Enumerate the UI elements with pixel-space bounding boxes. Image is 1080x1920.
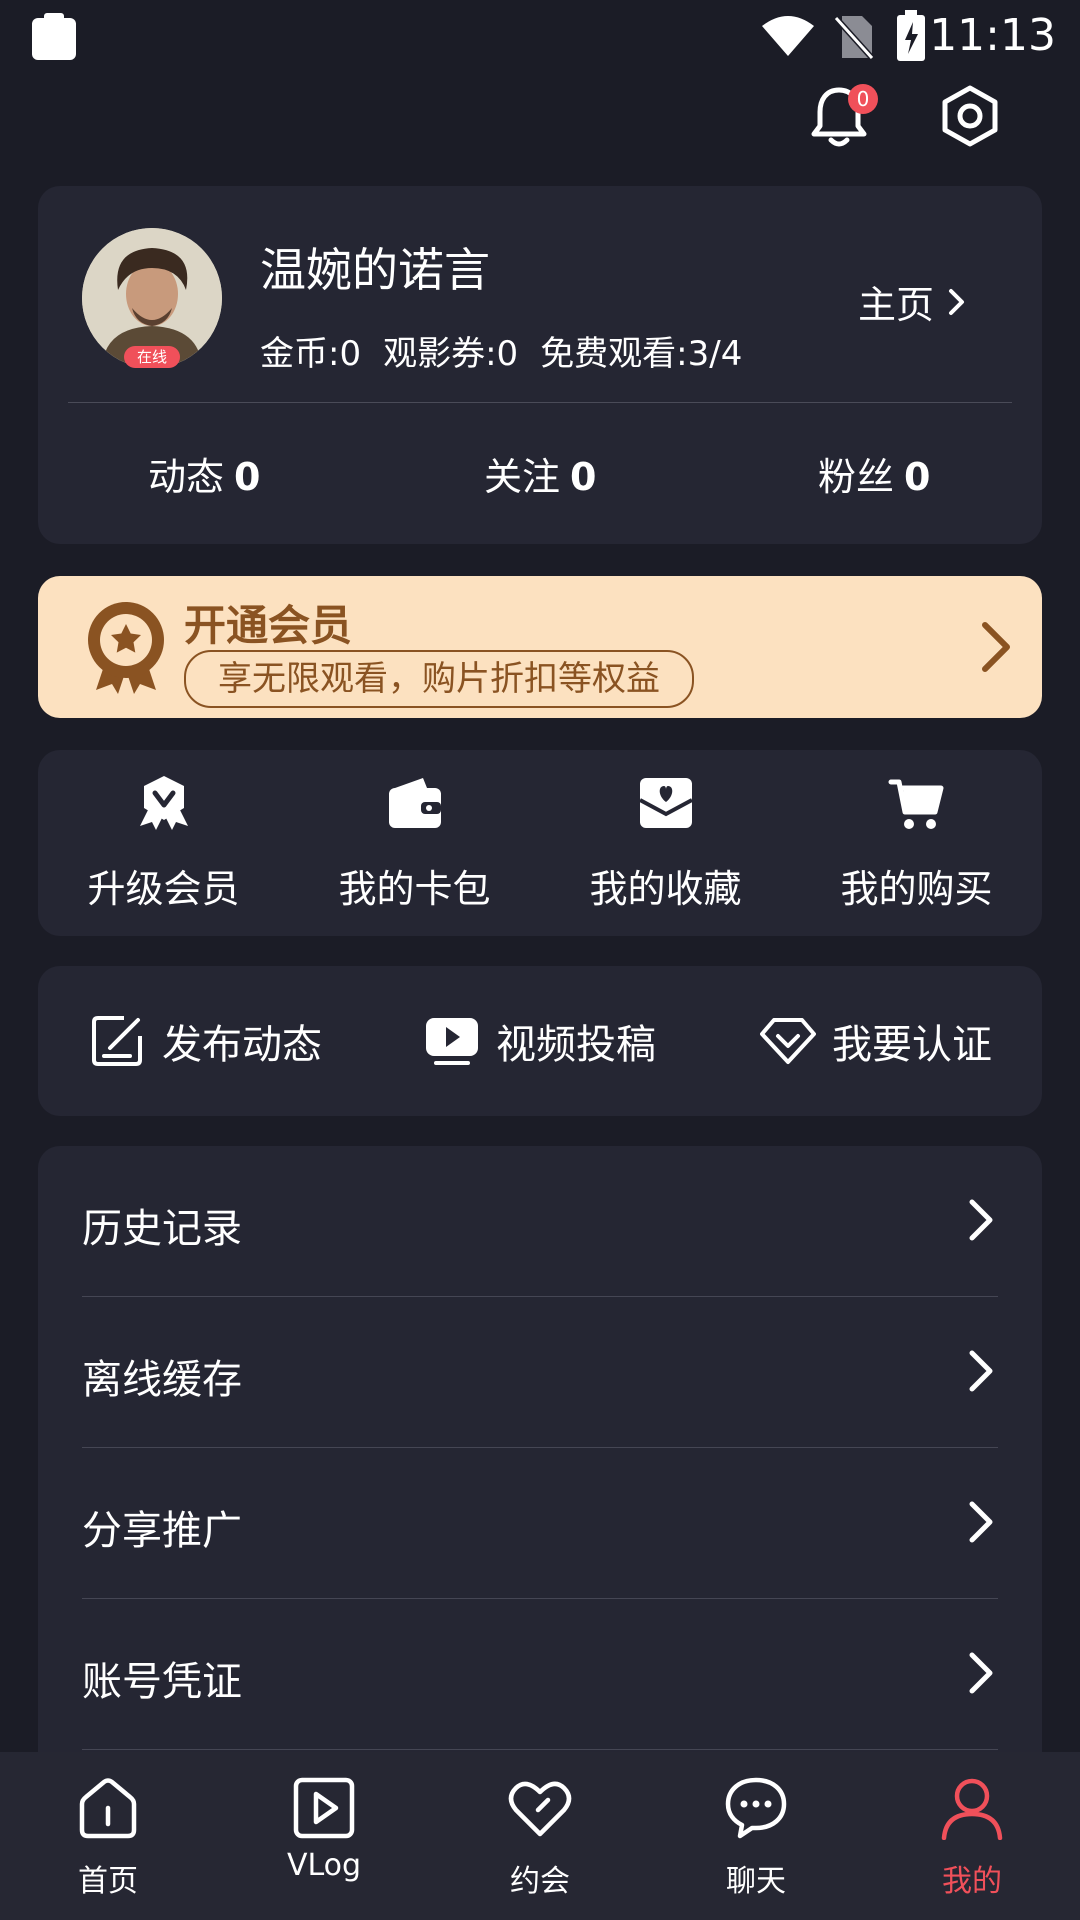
wifi-icon (760, 14, 816, 58)
wallet-icon (385, 774, 445, 832)
profile-divider (68, 402, 1012, 403)
tab-label: VLog (286, 1848, 362, 1883)
play-icon (293, 1777, 355, 1839)
menu-row-label: 历史记录 (82, 1206, 242, 1252)
menu-row-label: 账号凭证 (82, 1659, 242, 1705)
settings-button[interactable] (940, 84, 1004, 148)
upgrade-vip-label: 升级会员 (87, 867, 240, 911)
menu-row-label: 离线缓存 (82, 1357, 242, 1403)
diamond-icon (760, 1018, 816, 1064)
coins-stat: 金币:0 (260, 334, 362, 374)
chevron-right-icon (969, 1350, 993, 1392)
heart-icon (508, 1781, 572, 1837)
online-badge: 在线 (124, 346, 180, 368)
wallet-label: 我的卡包 (338, 867, 491, 911)
clock: 11:13 (929, 10, 1056, 61)
verify-button[interactable]: 我要认证 (760, 966, 992, 1116)
homepage-label: 主页 (857, 283, 934, 327)
purchases-item[interactable]: 我的购买 (791, 750, 1042, 936)
profile-card: 在线 温婉的诺言 金币:0 观影券:0 免费观看:3/4 主页 动态 0 关注 0 粉丝… (38, 186, 1042, 544)
edit-icon (92, 1016, 142, 1066)
tab-label: 聊天 (726, 1864, 786, 1899)
tab-home[interactable]: 首页 (0, 1752, 216, 1920)
wallet-item[interactable]: 我的卡包 (289, 750, 540, 936)
profile-icon (941, 1778, 1003, 1840)
notification-badge: 0 (848, 84, 878, 114)
status-bar: 11:13 (0, 0, 1080, 72)
tab-chat[interactable]: 聊天 (648, 1752, 864, 1920)
verify-label: 我要认证 (832, 1022, 992, 1068)
tab-vlog[interactable]: VLog (216, 1752, 432, 1920)
chevron-right-icon (969, 1199, 993, 1241)
menu-row-offline-cache[interactable]: 离线缓存 (38, 1297, 1042, 1448)
chevron-right-icon (949, 288, 964, 315)
video-upload-button[interactable]: 视频投稿 (424, 966, 656, 1116)
vip-banner[interactable]: 开通会员 享无限观看，购片折扣等权益 (38, 576, 1042, 718)
free-watch-stat: 免费观看:3/4 (540, 334, 743, 374)
homepage-link[interactable]: 主页 (858, 274, 966, 329)
vip-medal-icon (86, 600, 166, 694)
upgrade-vip-item[interactable]: 升级会员 (38, 750, 289, 936)
favorites-item[interactable]: 我的收藏 (540, 750, 791, 936)
tickets-stat: 观影券:0 (383, 334, 519, 374)
row-divider (82, 1749, 998, 1750)
vip-subtitle: 享无限观看，购片折扣等权益 (184, 650, 694, 708)
username: 温婉的诺言 (260, 243, 490, 297)
vip-title: 开通会员 (184, 601, 353, 650)
quick-actions-card: 升级会员 我的卡包 我的收藏 我的购买 (38, 750, 1042, 936)
favorites-label: 我的收藏 (589, 867, 742, 911)
vip-badge-icon (134, 774, 194, 832)
menu-row-label: 分享推广 (82, 1508, 242, 1554)
settings-icon (942, 85, 998, 147)
cart-icon (887, 774, 947, 832)
battery-charging-icon (896, 10, 926, 62)
counter-fans[interactable]: 粉丝 0 (818, 446, 930, 501)
publish-post-button[interactable]: 发布动态 (90, 966, 322, 1116)
no-sim-icon (834, 14, 874, 60)
clipboard-icon (30, 12, 78, 62)
chevron-right-icon (969, 1501, 993, 1543)
tab-label: 我的 (942, 1864, 1002, 1899)
home-icon (79, 1778, 137, 1839)
menu-list-card: 历史记录 离线缓存 分享推广 账号凭证 (38, 1146, 1042, 1786)
video-upload-label: 视频投稿 (496, 1022, 656, 1068)
vip-chevron-icon (980, 620, 1012, 674)
counter-following[interactable]: 关注 0 (484, 446, 596, 501)
tab-dating[interactable]: 约会 (432, 1752, 648, 1920)
wallet-stats: 金币:0 观影券:0 免费观看:3/4 (260, 326, 764, 375)
menu-row-share[interactable]: 分享推广 (38, 1448, 1042, 1599)
creator-actions-card: 发布动态 视频投稿 我要认证 (38, 966, 1042, 1116)
chevron-right-icon (969, 1652, 993, 1694)
favorites-icon (636, 774, 696, 832)
publish-post-label: 发布动态 (162, 1022, 322, 1068)
notification-button[interactable]: 0 (804, 82, 884, 162)
menu-row-account-credential[interactable]: 账号凭证 (38, 1599, 1042, 1750)
purchases-label: 我的购买 (840, 867, 993, 911)
counter-posts[interactable]: 动态 0 (148, 446, 260, 501)
tab-me[interactable]: 我的 (864, 1752, 1080, 1920)
bottom-nav: 首页 VLog 约会 聊天 我的 (0, 1752, 1080, 1920)
chat-icon (725, 1777, 787, 1839)
tab-label: 约会 (510, 1864, 570, 1899)
menu-row-history[interactable]: 历史记录 (38, 1146, 1042, 1297)
tab-label: 首页 (78, 1864, 138, 1899)
video-upload-icon (426, 1018, 478, 1065)
